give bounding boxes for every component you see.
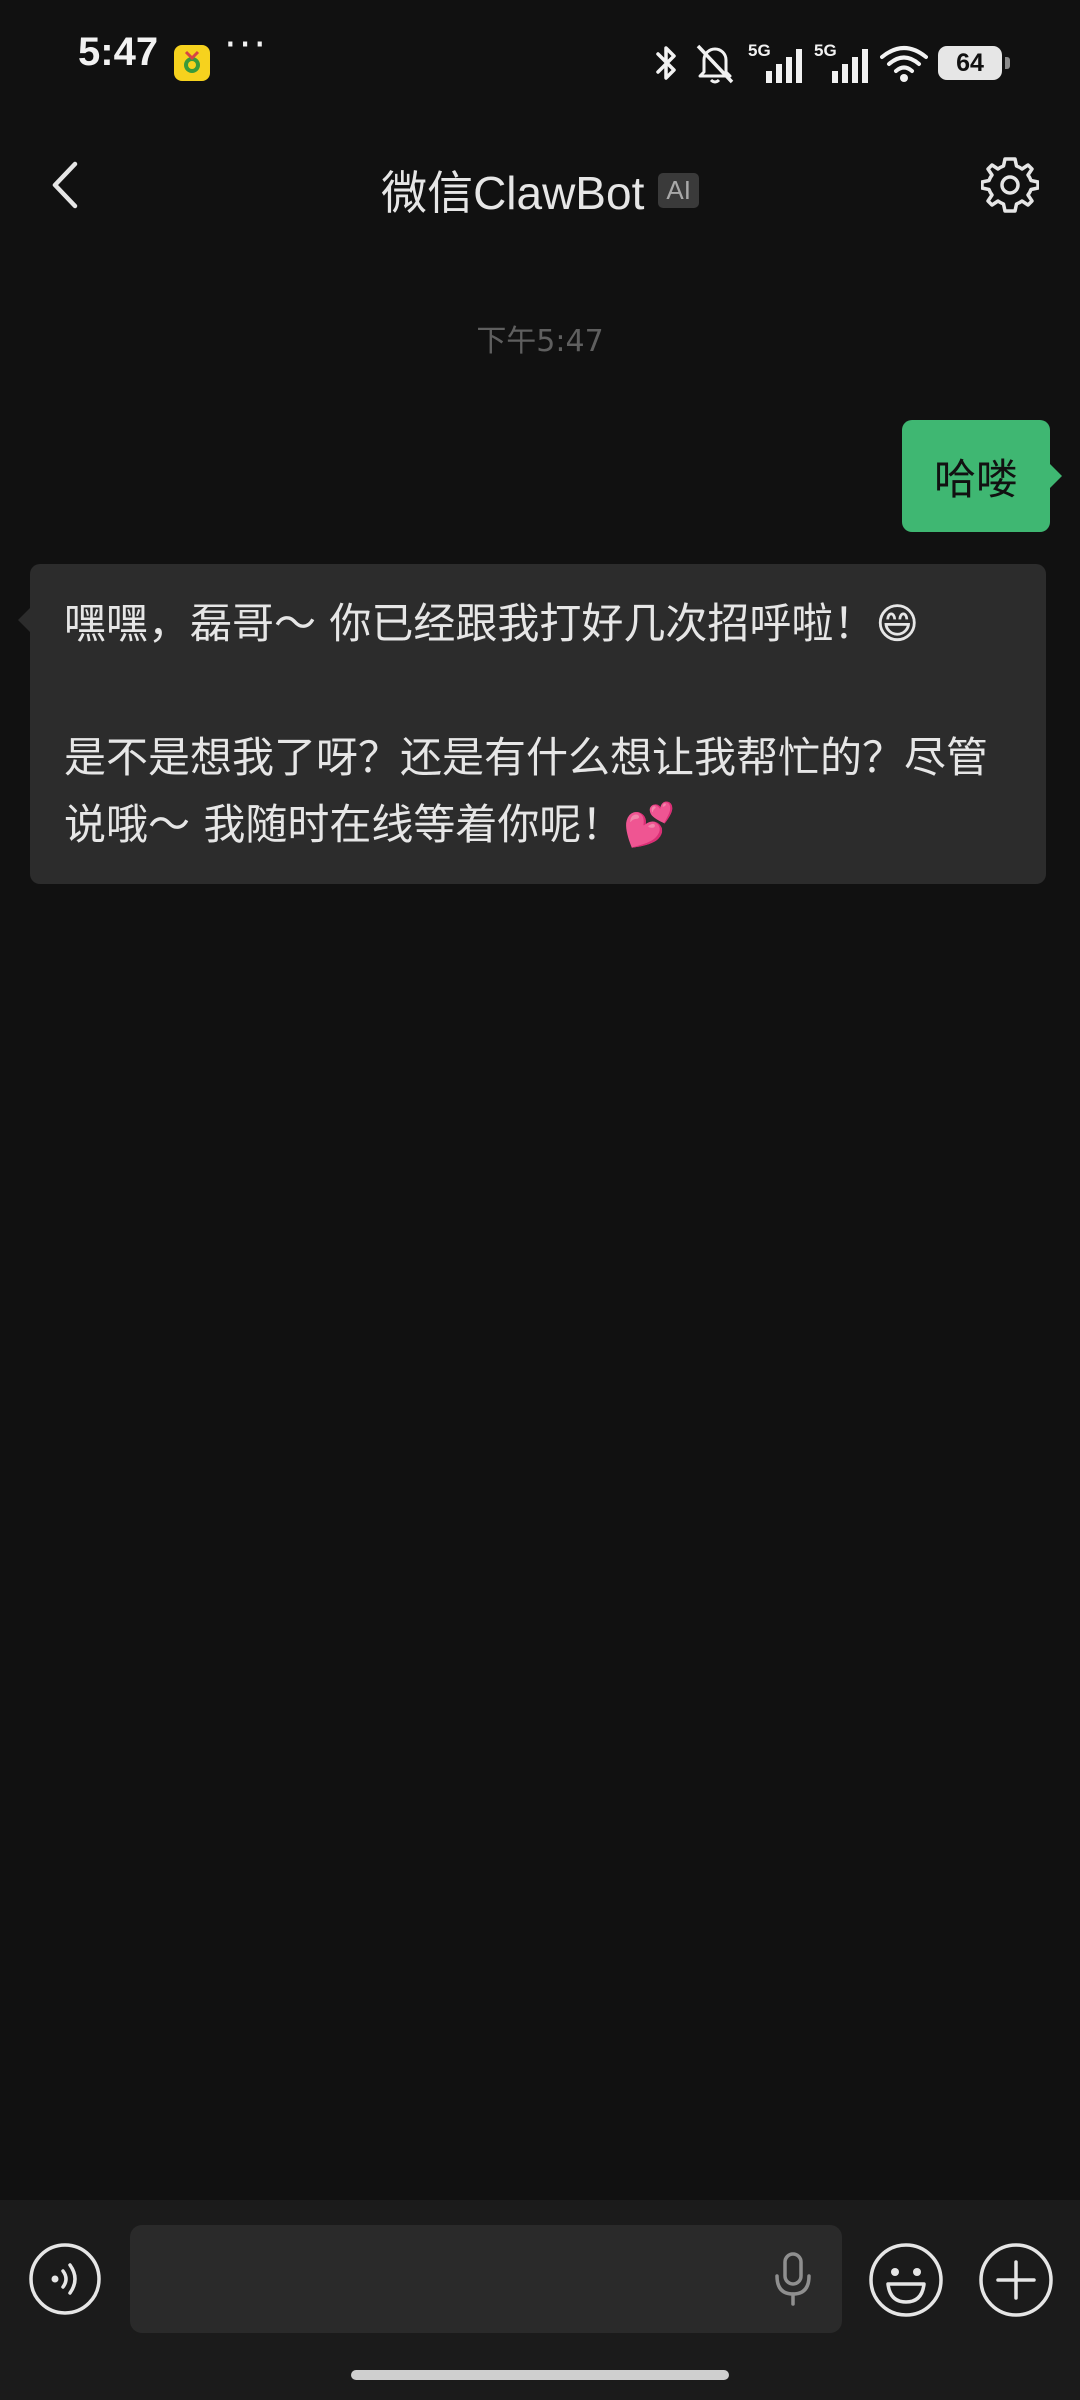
emoji-button[interactable]: [868, 2242, 944, 2318]
status-bar: 5:47 ··· 5G 5G 64: [0, 0, 1080, 125]
settings-button[interactable]: [978, 153, 1042, 217]
home-indicator[interactable]: [351, 2370, 729, 2380]
received-message-bubble[interactable]: 嘿嘿，磊哥～ 你已经跟我打好几次招呼啦！😄 是不是想我了呀？还是有什么想让我帮忙…: [18, 564, 1046, 884]
voice-icon: [29, 2243, 101, 2315]
message-timestamp: 下午5:47: [476, 324, 604, 359]
mute-bell-icon: [696, 44, 734, 84]
battery-level: 64: [956, 48, 984, 77]
received-message-paragraph: 是不是想我了呀？还是有什么想让我帮忙的？尽管说哦～ 我随时在线等着你呢！💕: [64, 733, 989, 849]
mic-button[interactable]: [770, 2252, 816, 2306]
input-bar: [0, 2200, 1080, 2400]
app-notification-icon: [174, 45, 210, 81]
bluetooth-icon: [656, 46, 676, 80]
wifi-icon: [880, 46, 928, 82]
status-time: 5:47: [78, 30, 159, 74]
plus-icon: [979, 2243, 1053, 2317]
voice-input-button[interactable]: [28, 2242, 102, 2316]
message-input[interactable]: [130, 2225, 842, 2333]
battery-icon: 64: [938, 46, 1010, 80]
page-title: 微信ClawBot: [381, 167, 645, 219]
signal-5g-icon: 5G: [748, 41, 804, 85]
sent-message-text: 哈喽: [933, 454, 1018, 504]
more-notifications-icon: ···: [224, 22, 269, 68]
sent-message-bubble[interactable]: 哈喽: [901, 420, 1063, 532]
more-actions-button[interactable]: [978, 2242, 1054, 2318]
received-message-paragraph: 嘿嘿，磊哥～ 你已经跟我打好几次招呼啦！😄: [64, 599, 920, 648]
chat-screen: 5:47 ··· 5G 5G 64 微信ClawBot AI 下午5:47 哈喽…: [0, 0, 1080, 2400]
title-group: 微信ClawBot AI: [0, 157, 1080, 223]
chat-header: 微信ClawBot AI: [0, 125, 1080, 245]
ai-badge: AI: [658, 172, 699, 208]
mic-icon: [775, 2252, 811, 2306]
gear-icon: [981, 157, 1039, 213]
signal-5g-icon-2: 5G: [814, 41, 870, 85]
status-icons: 5G 5G 64: [652, 40, 1010, 86]
smiley-icon: [869, 2243, 943, 2317]
